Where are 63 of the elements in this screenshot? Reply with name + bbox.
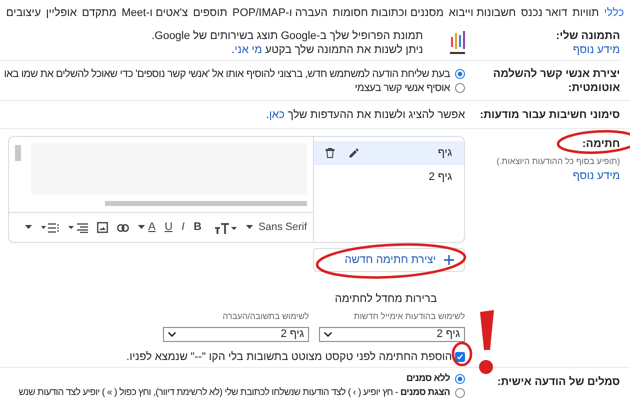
checkbox-label: הוספת החתימה לפני טקסט מצוטט בתשובות בלי הקו "--" שנמצא לפניו.	[126, 350, 452, 365]
settings-tab[interactable]: כללי	[604, 5, 624, 22]
align-icon[interactable]	[68, 222, 88, 232]
text-color-button[interactable]: A	[148, 219, 156, 236]
importance-description: אפשר להציג ולשנות את ההעדפות שלך כאן.	[266, 108, 465, 122]
scrollbar-thumb[interactable]	[105, 201, 307, 206]
chevron-down-icon	[168, 332, 176, 337]
settings-tab[interactable]: העברה ו-POP/IMAP	[232, 5, 328, 22]
setting-label: חתימה:	[582, 137, 620, 151]
setting-label: סימוני חשיבות עבור מודעות:	[480, 108, 620, 122]
more-info-link[interactable]: מידע נוסף	[572, 43, 620, 57]
dropdown-label: לשימוש בתשובה/העברה	[222, 310, 309, 323]
settings-tab[interactable]: מסננים וכתובות חסומות	[332, 5, 444, 22]
settings-tab[interactable]: חשבונות וייבוא	[448, 5, 516, 22]
radio-button[interactable]	[455, 69, 465, 79]
setting-label: סמלים של הודעה אישית:	[497, 375, 620, 389]
option-label: ללא סמנים	[406, 372, 450, 386]
section-title: ברירות מחדל לחתימה	[334, 292, 437, 306]
numbered-list-icon[interactable]	[41, 222, 60, 232]
edit-icon[interactable]	[348, 147, 360, 159]
signature-item[interactable]: גיף	[314, 141, 464, 165]
signature-dropdown[interactable]: גיף 2	[163, 326, 309, 342]
image-icon[interactable]	[97, 222, 108, 233]
settings-tab[interactable]: עיצובים	[6, 5, 41, 22]
scrollbar-thumb[interactable]	[15, 145, 21, 161]
radio-button[interactable]	[455, 83, 465, 93]
setting-label: יצירת אנשי קשר להשלמה אוטומטית:	[492, 67, 620, 95]
settings-tab[interactable]: דואר נכנס	[520, 5, 568, 22]
profile-description: ניתן לשנות את התמונה שלך בקטע מי אני.	[232, 43, 423, 57]
annotation-ellipse	[452, 342, 472, 366]
chevron-down-icon	[324, 332, 332, 337]
settings-tab[interactable]: תוספים	[192, 5, 228, 22]
exclamation-drawing	[479, 310, 494, 374]
caret-icon[interactable]	[25, 225, 32, 230]
settings-tab[interactable]: תוויות	[572, 5, 599, 22]
bold-button[interactable]: B	[194, 219, 202, 236]
option-label: הצגת סמנים - חץ יופיע ( › ) לצד הודעות שנשלחו לכתובת שלי (לא לרשימת דיוור), וחץ כפול ( » ) יופיע לצד הודעות שנש	[18, 386, 450, 400]
caret-icon[interactable]	[138, 225, 146, 230]
signature-item[interactable]: גיף 2	[314, 165, 464, 189]
font-dropdown[interactable]: Sans Serif	[258, 220, 307, 236]
signature-note: (תופיע בסוף כל ההודעות היוצאות.)	[496, 155, 620, 168]
trash-icon[interactable]	[324, 147, 336, 159]
profile-description: תמונת הפרופיל שלך ב-Google תוצג בשירותים של Google.	[151, 29, 423, 43]
option-label: בעת שליחת הודעה למשתמש חדש, ברצוני להוסיף אותו אל 'אנשי קשר נוספים' כדי שאוכל להשלים את שמו באו	[4, 67, 450, 81]
dropdown-label: לשימוש בהודעות אימייל חדשות	[354, 310, 465, 323]
more-info-link[interactable]: מידע נוסף	[572, 168, 620, 184]
checkbox[interactable]	[455, 352, 465, 362]
option-label: אוסיף אנשי קשר בעצמי	[354, 81, 450, 95]
plus-icon	[444, 255, 454, 265]
underline-button[interactable]: U	[164, 219, 173, 236]
settings-tab[interactable]: צ'אטים ו-Meet	[122, 5, 188, 22]
radio-button[interactable]	[455, 374, 465, 384]
here-link[interactable]: כאן	[269, 109, 285, 121]
setting-label: התמונה שלי:	[556, 29, 620, 43]
signature-dropdown[interactable]: גיף 2	[319, 326, 465, 342]
create-signature-button[interactable]: יצירת חתימה חדשה	[313, 248, 465, 272]
caret-icon[interactable]	[246, 225, 253, 230]
settings-tab[interactable]: מתקדם	[82, 5, 117, 22]
link-icon[interactable]	[117, 224, 130, 232]
italic-button[interactable]: I	[182, 219, 185, 236]
radio-button[interactable]	[455, 388, 465, 398]
settings-tab[interactable]: אופליין	[46, 5, 77, 22]
about-me-link[interactable]: מי אני	[234, 44, 262, 56]
